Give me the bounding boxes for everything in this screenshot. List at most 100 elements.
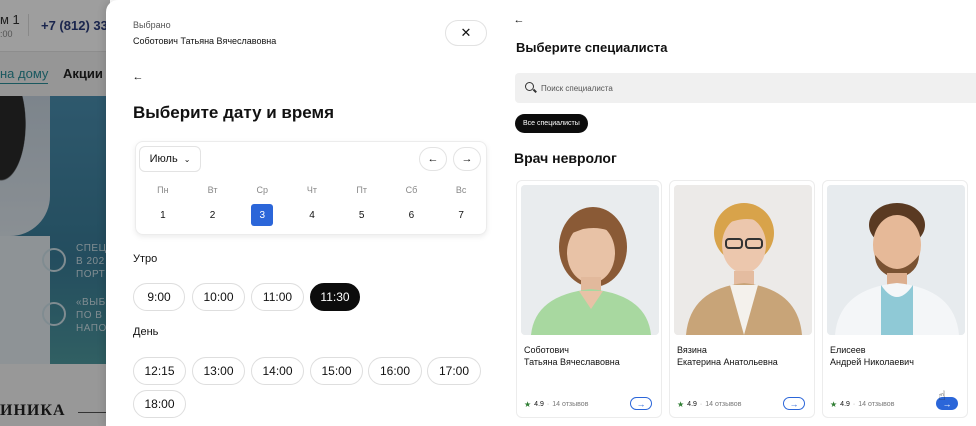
select-doctor-button[interactable]: → [630, 397, 652, 410]
doctor-name: Соботович Татьяна Вячеславовна [524, 344, 658, 368]
calendar-day[interactable]: 5 [337, 202, 387, 228]
datetime-panel: Выбрано Соботович Татьяна Вячеславовна ✕… [106, 0, 502, 426]
prev-week-button[interactable]: ← [419, 147, 447, 171]
doctor-card[interactable]: Соботович Татьяна Вячеславовна ★ 4.9 · 1… [516, 180, 662, 418]
reviews-count[interactable]: 14 отзывов [552, 401, 588, 408]
specialists-title: Выберите специалиста [516, 40, 668, 55]
modal-backdrop[interactable] [0, 0, 110, 426]
calendar-day-number: 4 [309, 209, 315, 221]
time-slot[interactable]: 12:15 [133, 357, 186, 385]
reviews-count[interactable]: 14 отзывов [705, 401, 741, 408]
doctor-photo-illustration [521, 185, 659, 335]
arrow-right-icon: → [789, 398, 799, 409]
star-icon: ★ [830, 400, 838, 409]
doctor-surname: Вязина [677, 345, 707, 355]
separator-dot: · [852, 401, 856, 408]
doctor-photo [674, 185, 812, 335]
calendar-day[interactable]: 7 [436, 202, 486, 228]
time-slot-selected[interactable]: 11:30 [310, 283, 360, 311]
calendar-day[interactable]: 2 [188, 202, 238, 228]
rating-value: 4.9 [687, 401, 697, 408]
star-icon: ★ [677, 400, 685, 409]
doctor-given-names: Татьяна Вячеславовна [524, 357, 620, 367]
calendar-day-number: 7 [458, 209, 464, 221]
time-slot[interactable]: 17:00 [427, 357, 481, 385]
time-slot[interactable]: 9:00 [133, 283, 185, 311]
back-button[interactable]: ← [511, 12, 527, 28]
specialists-panel: ← Выберите специалиста Все специалисты В… [502, 0, 976, 426]
back-button[interactable]: ← [130, 69, 146, 85]
doctor-photo-illustration [827, 185, 965, 335]
category-title: Врач невролог [514, 150, 617, 166]
doctor-photo-illustration [674, 185, 812, 335]
doctor-rating: ★ 4.9 · 14 отзывов [524, 400, 588, 409]
selected-label: Выбрано [133, 20, 171, 30]
doctor-surname: Соботович [524, 345, 569, 355]
chevron-down-icon: ⌄ [183, 154, 191, 164]
calendar-day[interactable]: 4 [287, 202, 337, 228]
calendar-day-number: 6 [408, 209, 415, 221]
time-slot[interactable]: 13:00 [192, 357, 245, 385]
arrow-right-icon: → [636, 398, 646, 409]
calendar-day[interactable]: 1 [138, 202, 188, 228]
rating-value: 4.9 [534, 401, 544, 408]
page-title: Выберите дату и время [133, 103, 334, 122]
arrow-right-icon: → [461, 153, 473, 165]
weekday-label: Сб [405, 185, 418, 195]
week-grid: Пн Вт Ср Чт Пт Сб Вс 1 2 3 4 5 6 7 [138, 182, 486, 228]
weekday-label: Вс [455, 185, 467, 195]
separator-dot: · [699, 401, 703, 408]
doctor-given-names: Андрей Николаевич [830, 357, 914, 367]
doctor-name: Елисеев Андрей Николаевич [830, 344, 964, 368]
time-slot[interactable]: 15:00 [310, 357, 363, 385]
reviews-count[interactable]: 14 отзывов [858, 401, 894, 408]
doctor-rating: ★ 4.9 · 14 отзывов [830, 400, 894, 409]
doctor-card[interactable]: Вязина Екатерина Анатольевна ★ 4.9 · 14 … [669, 180, 815, 418]
time-slot[interactable]: 16:00 [368, 357, 422, 385]
back-arrow-icon: ← [132, 71, 144, 83]
doctor-given-names: Екатерина Анатольевна [677, 357, 778, 367]
weekday-label: Ср [256, 185, 269, 195]
calendar-day-number: 3 [251, 204, 274, 226]
doctor-card[interactable]: Елисеев Андрей Николаевич ★ 4.9 · 14 отз… [822, 180, 968, 418]
calendar-day-number: 2 [209, 209, 216, 221]
back-arrow-icon: ← [513, 14, 525, 26]
search-box[interactable] [515, 73, 976, 103]
cursor-hand-icon: ☝ [938, 388, 946, 403]
next-week-button[interactable]: → [453, 147, 481, 171]
select-doctor-button[interactable]: → [783, 397, 805, 410]
morning-label: Утро [133, 253, 158, 265]
star-icon: ★ [524, 400, 532, 409]
weekday-label: Чт [306, 185, 318, 195]
search-input[interactable] [541, 73, 961, 103]
selected-doctor-name: Соботович Татьяна Вячеславовна [133, 36, 277, 46]
time-slot[interactable]: 14:00 [251, 357, 304, 385]
background-site: м 1 :00 +7 (812) 331 на дому Акции СПЕЦ … [0, 0, 110, 426]
doctor-surname: Елисеев [830, 345, 866, 355]
weekday-label: Пт [356, 185, 367, 195]
month-select[interactable]: Июль ⌄ [139, 146, 201, 172]
doctor-name: Вязина Екатерина Анатольевна [677, 344, 811, 368]
rating-value: 4.9 [840, 401, 850, 408]
calendar: Июль ⌄ ← → Пн Вт Ср Чт Пт Сб Вс 1 2 3 4 … [135, 141, 487, 235]
calendar-day[interactable]: 6 [387, 202, 437, 228]
calendar-day-number: 1 [160, 209, 166, 221]
weekday-label: Пн [157, 185, 169, 195]
search-icon [525, 82, 534, 91]
doctor-photo [521, 185, 659, 335]
day-label: День [133, 326, 159, 338]
time-slot[interactable]: 10:00 [192, 283, 245, 311]
filter-chip-all[interactable]: Все специалисты [515, 114, 588, 133]
arrow-left-icon: ← [427, 153, 439, 165]
close-button[interactable]: ✕ [445, 20, 487, 46]
separator-dot: · [546, 401, 550, 408]
close-icon: ✕ [460, 25, 472, 40]
weekday-label: Вт [207, 185, 218, 195]
time-slot[interactable]: 18:00 [133, 390, 186, 418]
calendar-day-selected[interactable]: 3 [237, 202, 287, 228]
calendar-day-number: 5 [358, 209, 365, 221]
doctor-photo [827, 185, 965, 335]
month-value: Июль [149, 153, 178, 165]
doctor-rating: ★ 4.9 · 14 отзывов [677, 400, 741, 409]
time-slot[interactable]: 11:00 [251, 283, 304, 311]
